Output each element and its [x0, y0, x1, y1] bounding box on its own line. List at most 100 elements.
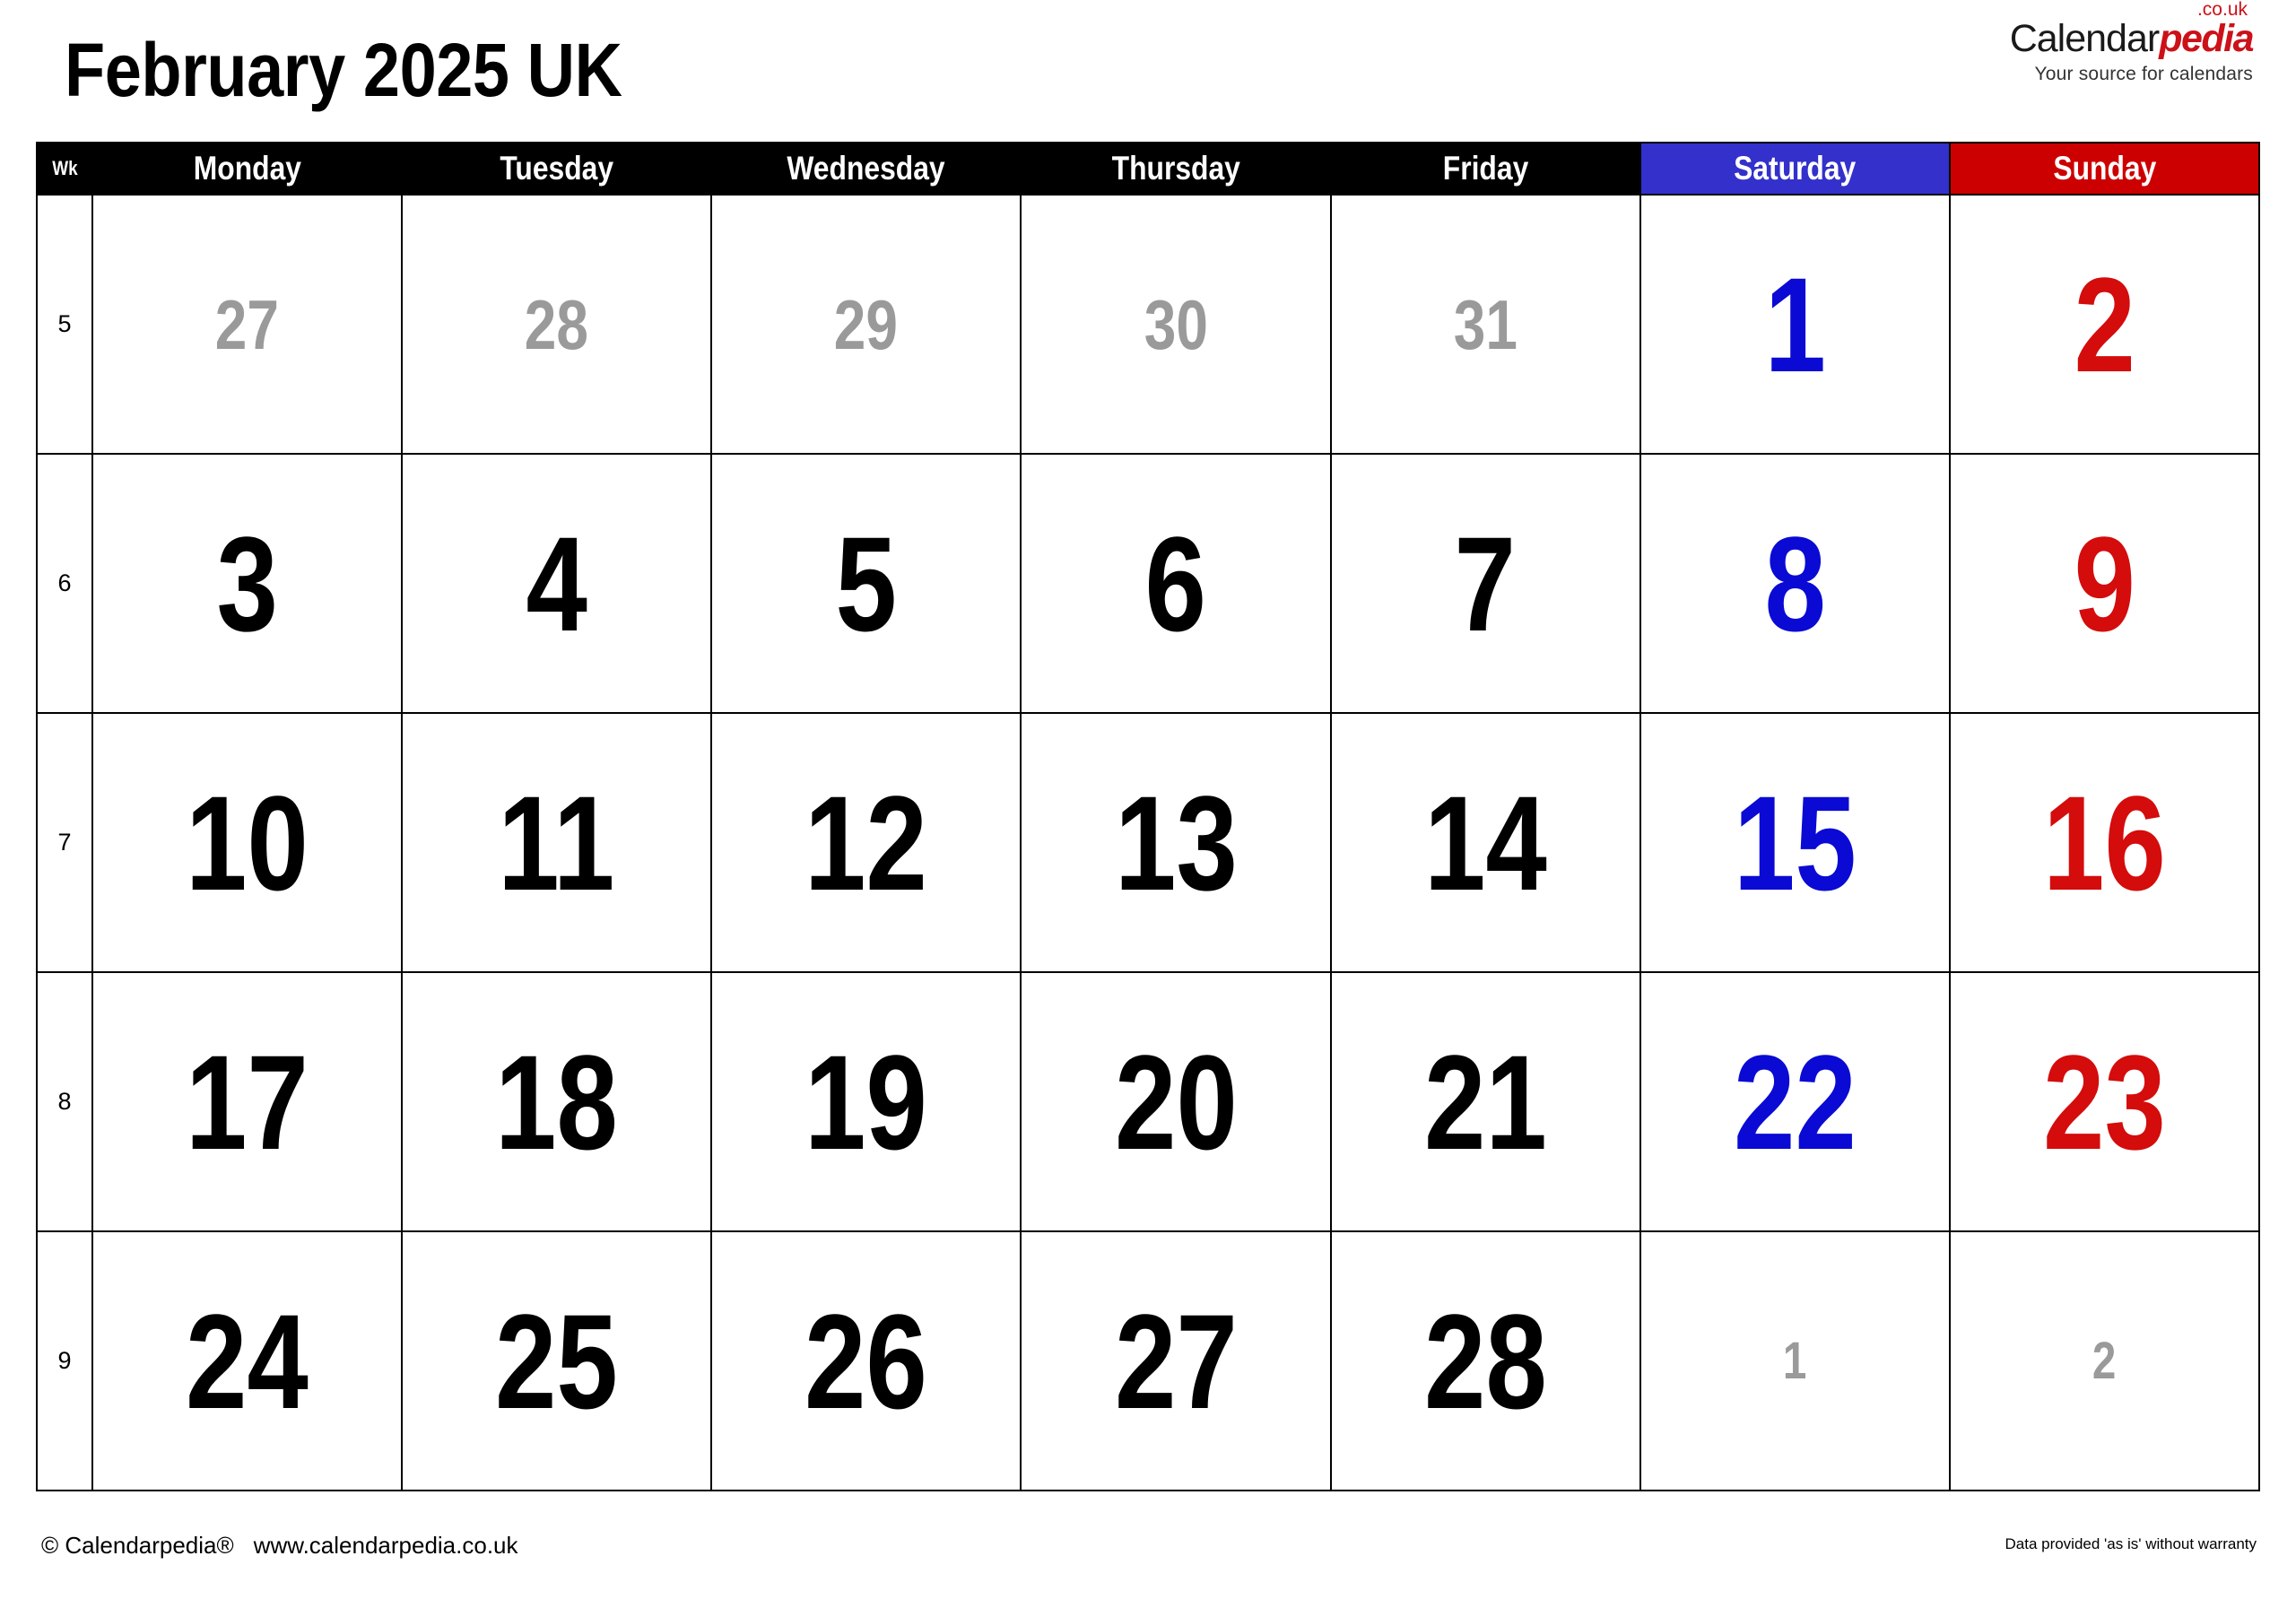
calendar-body: 5 27 28 29 30 31 1 2 6 3 4 5 6 7 8 9 7 10 11 12 13 14 15 16 8 17 1…: [36, 194, 2261, 1491]
day-cell-monday[interactable]: 24: [91, 1230, 404, 1491]
day-header-thursday: Thursday: [1020, 142, 1332, 196]
day-number: 17: [186, 1026, 309, 1178]
calendar-week-row: 5 27 28 29 30 31 1 2: [36, 194, 2261, 455]
day-cell-thursday[interactable]: 30: [1020, 194, 1332, 455]
day-cell-wednesday[interactable]: 19: [710, 971, 1022, 1232]
day-number: 2: [2092, 1331, 2117, 1390]
day-header-tuesday: Tuesday: [401, 142, 713, 196]
footer-website[interactable]: www.calendarpedia.co.uk: [254, 1532, 518, 1559]
day-header-wednesday: Wednesday: [710, 142, 1022, 196]
day-cell-thursday[interactable]: 6: [1020, 453, 1332, 714]
day-cell-sunday[interactable]: 2: [1948, 1230, 2261, 1491]
day-cell-monday[interactable]: 10: [91, 712, 404, 973]
brand-name-red: pedia: [2159, 17, 2254, 60]
day-cell-thursday[interactable]: 13: [1020, 712, 1332, 973]
day-header-thursday-label: Thursday: [1111, 150, 1240, 187]
page-footer: © Calendarpedia® www.calendarpedia.co.uk …: [0, 1532, 2296, 1595]
calendar-week-row: 63456789: [36, 453, 2261, 714]
day-number: 23: [2043, 1026, 2166, 1178]
day-number: 26: [804, 1285, 928, 1437]
day-number: 31: [1453, 284, 1518, 364]
footer-disclaimer: Data provided 'as is' without warranty: [2005, 1535, 2257, 1552]
calendar-header-row: Wk Monday Tuesday Wednesday Thursday Fri…: [36, 142, 2261, 196]
day-cell-friday[interactable]: 28: [1329, 1230, 1641, 1491]
day-cell-thursday[interactable]: 27: [1020, 1230, 1332, 1491]
day-header-friday-label: Friday: [1442, 150, 1528, 187]
week-number-cell: 8: [36, 971, 93, 1232]
day-header-tuesday-label: Tuesday: [500, 150, 614, 187]
week-number-header-label: Wk: [51, 157, 78, 179]
day-cell-sunday[interactable]: 23: [1948, 971, 2261, 1232]
day-number: 27: [1114, 1285, 1238, 1437]
day-number: 21: [1423, 1026, 1547, 1178]
day-header-sunday-label: Sunday: [2052, 150, 2156, 187]
day-cell-tuesday[interactable]: 4: [401, 453, 713, 714]
calendar-week-row: 7 10 11 12 13 14 15 16: [36, 712, 2261, 973]
day-number: 24: [186, 1285, 309, 1437]
day-number: 29: [834, 284, 899, 364]
day-cell-friday[interactable]: 14: [1329, 712, 1641, 973]
day-number: 4: [526, 508, 587, 659]
day-cell-friday[interactable]: 7: [1329, 453, 1641, 714]
calendar-grid: Wk Monday Tuesday Wednesday Thursday Fri…: [36, 142, 2261, 1491]
day-cell-sunday[interactable]: 2: [1948, 194, 2261, 455]
day-number: 13: [1114, 767, 1238, 918]
day-cell-tuesday[interactable]: 28: [401, 194, 713, 455]
brand-tld: .co.uk: [2196, 0, 2248, 20]
day-cell-monday[interactable]: 17: [91, 971, 404, 1232]
footer-copyright-block: © Calendarpedia® www.calendarpedia.co.uk: [41, 1532, 518, 1560]
day-number: 28: [1423, 1285, 1547, 1437]
day-number: 7: [1454, 508, 1517, 659]
day-cell-sunday[interactable]: 16: [1948, 712, 2261, 973]
calendarpedia-logo[interactable]: Calendarpedia .co.uk Your source for cale…: [2009, 0, 2255, 83]
day-number: 28: [525, 284, 589, 364]
day-number: 30: [1144, 284, 1208, 364]
day-cell-tuesday[interactable]: 18: [401, 971, 713, 1232]
day-cell-saturday[interactable]: 1: [1639, 194, 1951, 455]
day-number: 1: [1783, 1331, 1807, 1390]
day-number: 1: [1764, 248, 1826, 400]
week-number-header: Wk: [36, 142, 93, 196]
day-number: 25: [495, 1285, 619, 1437]
day-cell-wednesday[interactable]: 5: [710, 453, 1022, 714]
day-number: 2: [2074, 248, 2135, 400]
day-cell-thursday[interactable]: 20: [1020, 971, 1332, 1232]
page-title: February 2025 UK: [65, 28, 622, 112]
calendar-page: February 2025 UK Calendarpedia .co.uk You…: [0, 0, 2296, 1608]
day-cell-monday[interactable]: 27: [91, 194, 404, 455]
day-header-monday-label: Monday: [193, 150, 301, 187]
day-cell-wednesday[interactable]: 29: [710, 194, 1022, 455]
day-cell-monday[interactable]: 3: [91, 453, 404, 714]
day-cell-saturday[interactable]: 1: [1639, 1230, 1951, 1491]
brand-name-black: Calendar: [2009, 17, 2160, 60]
day-cell-tuesday[interactable]: 11: [401, 712, 713, 973]
day-cell-saturday[interactable]: 22: [1639, 971, 1951, 1232]
day-number: 12: [804, 767, 928, 918]
day-cell-saturday[interactable]: 15: [1639, 712, 1951, 973]
day-number: 10: [186, 767, 309, 918]
day-header-saturday: Saturday: [1639, 142, 1951, 196]
day-cell-friday[interactable]: 21: [1329, 971, 1641, 1232]
day-number: 14: [1423, 767, 1547, 918]
day-number: 11: [498, 767, 615, 918]
day-cell-saturday[interactable]: 8: [1639, 453, 1951, 714]
week-number-cell: 6: [36, 453, 93, 714]
day-cell-tuesday[interactable]: 25: [401, 1230, 713, 1491]
day-number: 15: [1733, 767, 1857, 918]
day-number: 3: [216, 508, 278, 659]
day-number: 19: [804, 1026, 928, 1178]
day-cell-wednesday[interactable]: 12: [710, 712, 1022, 973]
day-cell-sunday[interactable]: 9: [1948, 453, 2261, 714]
day-header-wednesday-label: Wednesday: [787, 150, 945, 187]
day-number: 22: [1733, 1026, 1857, 1178]
day-header-sunday: Sunday: [1948, 142, 2261, 196]
day-number: 9: [2074, 508, 2135, 659]
day-cell-friday[interactable]: 31: [1329, 194, 1641, 455]
day-number: 18: [495, 1026, 619, 1178]
day-header-friday: Friday: [1329, 142, 1641, 196]
day-number: 6: [1144, 508, 1207, 659]
day-cell-wednesday[interactable]: 26: [710, 1230, 1022, 1491]
brand-wordmark: Calendarpedia .co.uk: [2009, 0, 2255, 60]
day-number: 20: [1114, 1026, 1238, 1178]
week-number-cell: 7: [36, 712, 93, 973]
